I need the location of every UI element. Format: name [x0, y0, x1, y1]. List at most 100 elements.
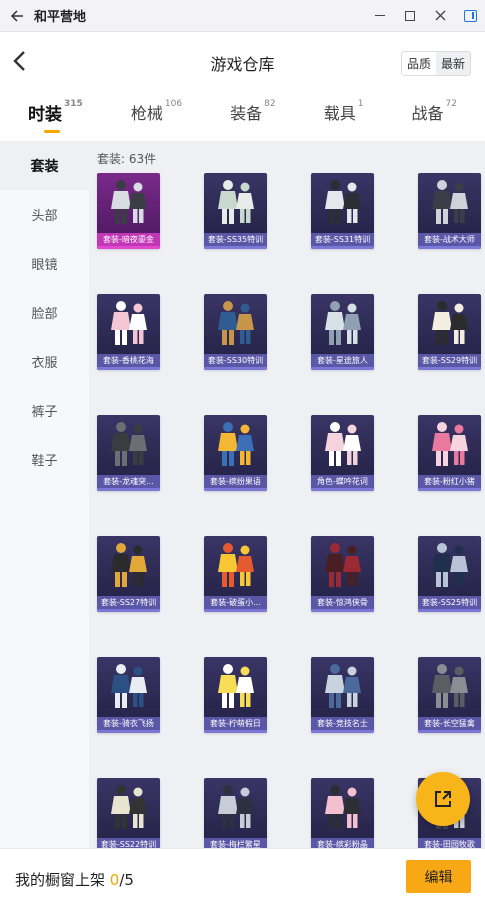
tab-count: 315: [64, 98, 83, 109]
outfit-image: [311, 536, 374, 596]
sidebar-item-face[interactable]: 脸部: [0, 288, 89, 337]
showcase-status: 我的橱窗上架 0/5: [15, 869, 134, 890]
outfit-image: [204, 415, 267, 475]
item-card[interactable]: 套装-骑衣飞扬: [97, 657, 160, 733]
sidebar-toggle-button[interactable]: [455, 0, 485, 32]
rarity-bar: [418, 367, 481, 370]
outfit-image: [311, 415, 374, 475]
rarity-bar: [204, 609, 267, 612]
item-list-area[interactable]: 套装: 63件 套装-暗夜鎏金 套装-SS35特训 套装-SS31特训 套装-战术大师…: [89, 141, 485, 848]
item-card[interactable]: 套装-竞技名士: [311, 657, 374, 733]
item-card[interactable]: 套装-柠萌假日: [204, 657, 267, 733]
item-card-label: 套装-暗夜鎏金: [97, 233, 160, 246]
sidebar-item-glasses[interactable]: 眼镜: [0, 239, 89, 288]
item-card[interactable]: 套装-长空猛禽: [418, 657, 481, 733]
outfit-image: [97, 536, 160, 596]
item-card[interactable]: 套装-SS25特训: [418, 536, 481, 612]
edit-button[interactable]: 编辑: [406, 860, 471, 893]
tab-count: 106: [164, 99, 183, 109]
item-card[interactable]: 套装-SS35特训: [204, 173, 267, 249]
outfit-image: [97, 778, 160, 838]
item-card[interactable]: 套装-粉红小猪: [418, 415, 481, 491]
sidebar-item-head[interactable]: 头部: [0, 190, 89, 239]
rarity-bar: [311, 246, 374, 249]
item-card[interactable]: 角色-蝶吟花词: [311, 415, 374, 491]
tab-fashion[interactable]: 时装 315: [28, 98, 83, 133]
tab-label: 枪械: [130, 104, 163, 123]
sidebar-item-shoes[interactable]: 鞋子: [0, 435, 89, 484]
rarity-bar: [97, 246, 160, 249]
item-card-label: 套装-龙魂突...: [97, 475, 160, 488]
item-card-label: 套装-星途旅人: [311, 354, 374, 367]
outfit-image: [311, 173, 374, 233]
outfit-image: [97, 173, 160, 233]
item-card[interactable]: 套装-战术大师: [418, 173, 481, 249]
item-card-label: 套装-香桃花海: [97, 354, 160, 367]
tab-label: 战备: [411, 104, 444, 123]
outfit-image: [204, 536, 267, 596]
item-card[interactable]: 套装-缤彩粉晶: [311, 778, 374, 848]
item-card[interactable]: 套装-梅栏繁星: [204, 778, 267, 848]
tab-label: 载具: [323, 104, 356, 123]
item-card-label: 套装-SS27特训: [97, 596, 160, 609]
minimize-button[interactable]: [365, 0, 395, 32]
sort-by-quality[interactable]: 品质: [401, 52, 436, 75]
window-controls: [365, 0, 485, 32]
outfit-image: [204, 294, 267, 354]
item-card[interactable]: 套装-暗夜鎏金: [97, 173, 160, 249]
item-card[interactable]: 套装-惊鸿侠骨: [311, 536, 374, 612]
arrow-left-icon[interactable]: [0, 0, 34, 32]
item-card[interactable]: 套装-SS29特训: [418, 294, 481, 370]
outfit-image: [204, 173, 267, 233]
item-card-label: 套装-破蛋小...: [204, 596, 267, 609]
item-card[interactable]: 套装-SS31特训: [311, 173, 374, 249]
outfit-image: [418, 536, 481, 596]
share-external-icon: [435, 791, 451, 807]
item-card[interactable]: 套装-星途旅人: [311, 294, 374, 370]
outfit-image: [97, 657, 160, 717]
sort-by-newest[interactable]: 最新: [435, 52, 470, 75]
rarity-bar: [204, 730, 267, 733]
maximize-button[interactable]: [395, 0, 425, 32]
tab-label: 时装: [28, 104, 63, 125]
item-card[interactable]: 套装-SS30特训: [204, 294, 267, 370]
item-card-label: 套装-竞技名士: [311, 717, 374, 730]
item-card[interactable]: 套装-SS22特训: [97, 778, 160, 848]
close-button[interactable]: [425, 0, 455, 32]
item-card[interactable]: 套装-缤纷果语: [204, 415, 267, 491]
item-card[interactable]: 套装-龙魂突...: [97, 415, 160, 491]
item-card-label: 套装-田园牧歌: [418, 838, 481, 848]
item-count-label: 套装: 63件: [97, 152, 157, 166]
rarity-bar: [204, 246, 267, 249]
subcategory-sidebar: 套装 头部 眼镜 脸部 衣服 裤子 鞋子: [0, 141, 89, 848]
item-card-label: 套装-SS22特训: [97, 838, 160, 848]
tab-count: 82: [264, 99, 276, 109]
rarity-bar: [97, 609, 160, 612]
sidebar-item-clothes[interactable]: 衣服: [0, 337, 89, 386]
share-button[interactable]: [416, 772, 470, 826]
outfit-image: [204, 657, 267, 717]
outfit-image: [418, 294, 481, 354]
item-card[interactable]: 套装-SS27特训: [97, 536, 160, 612]
minimize-icon: [375, 14, 385, 17]
tab-label: 装备: [230, 104, 263, 123]
item-card-label: 套装-惊鸿侠骨: [311, 596, 374, 609]
tab-vehicles[interactable]: 载具 1: [324, 100, 364, 132]
sidebar-item-sets[interactable]: 套装: [0, 141, 89, 190]
tab-count: 72: [445, 99, 457, 109]
item-card-label: 套装-梅栏繁星: [204, 838, 267, 848]
sidebar-item-pants[interactable]: 裤子: [0, 386, 89, 435]
tab-count: 1: [357, 99, 364, 109]
maximize-icon: [405, 10, 415, 21]
item-card[interactable]: 套装-香桃花海: [97, 294, 160, 370]
app-title: 和平营地: [34, 10, 87, 25]
outfit-image: [97, 294, 160, 354]
rarity-bar: [418, 730, 481, 733]
tab-weapons[interactable]: 枪械 106: [131, 100, 182, 132]
item-card-label: 套装-SS29特训: [418, 354, 481, 367]
tab-equipment[interactable]: 装备 82: [230, 100, 275, 132]
tab-supplies[interactable]: 战备 72: [412, 100, 457, 132]
item-grid: 套装-暗夜鎏金 套装-SS35特训 套装-SS31特训 套装-战术大师 套装-香桃花海套…: [97, 173, 485, 848]
item-card-label: 套装-SS31特训: [311, 233, 374, 246]
item-card[interactable]: 套装-破蛋小...: [204, 536, 267, 612]
